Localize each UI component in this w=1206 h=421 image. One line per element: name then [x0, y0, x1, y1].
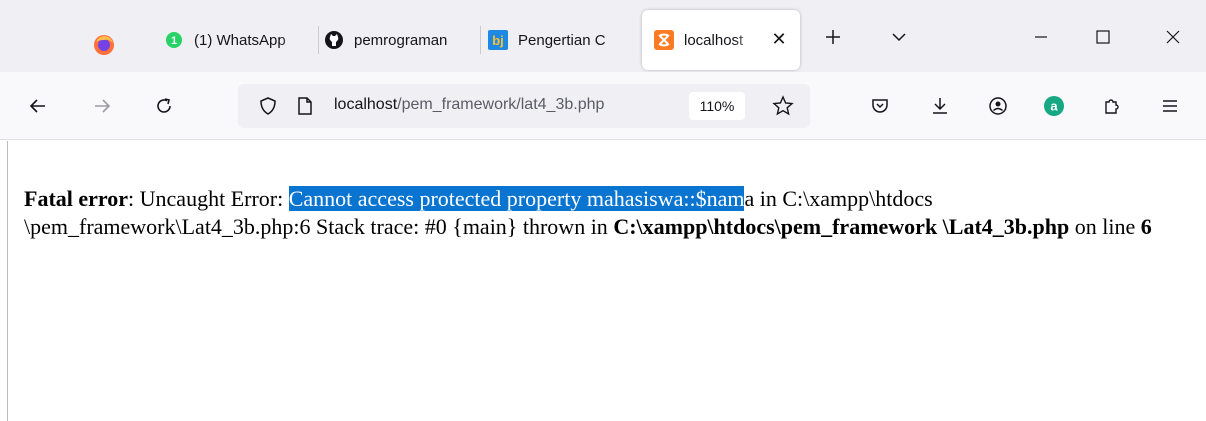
svg-text:bj: bj [492, 33, 504, 48]
error-file-path: C:\xampp\htdocs\pem_framework \Lat4_3b.p… [613, 214, 1070, 239]
chevron-down-icon [892, 33, 906, 42]
account-icon [989, 97, 1007, 115]
hamburger-menu-icon [1163, 100, 1177, 112]
tab-label: pemrograman [354, 31, 472, 49]
profile-extension-button[interactable]: a [1036, 88, 1072, 124]
page-icon[interactable] [296, 96, 314, 116]
forward-button[interactable] [84, 88, 120, 124]
page-content: Fatal error: Uncaught Error: Cannot acce… [0, 141, 1206, 421]
plus-icon [826, 30, 840, 44]
svg-text:1: 1 [171, 35, 177, 47]
profile-a-icon: a [1044, 96, 1064, 116]
tab-label: localhost [684, 31, 760, 49]
tab-whatsapp[interactable]: 1 (1) WhatsApp [150, 10, 318, 70]
reload-button[interactable] [146, 88, 182, 124]
whatsapp-icon: 1 [166, 32, 182, 48]
url-bar[interactable]: localhost/pem_framework/lat4_3b.php 110% [238, 84, 810, 128]
bj-site-icon: bj [488, 30, 508, 50]
shield-icon[interactable] [258, 96, 278, 116]
tab-separator [318, 26, 319, 54]
pocket-icon [872, 99, 888, 113]
window-left-border [7, 141, 8, 421]
error-line-number: 6 [1140, 214, 1152, 239]
tab-localhost[interactable]: localhost ✕ [642, 10, 800, 70]
close-tab-icon[interactable]: ✕ [768, 28, 790, 50]
puzzle-icon [1105, 99, 1119, 114]
account-button[interactable] [980, 88, 1016, 124]
error-on-line: on line [1069, 214, 1141, 239]
list-all-tabs-button[interactable] [884, 22, 914, 52]
reload-icon [157, 98, 171, 113]
close-window-button[interactable] [1158, 22, 1188, 52]
forward-arrow-icon [95, 99, 111, 113]
url-text[interactable]: localhost/pem_framework/lat4_3b.php [334, 96, 686, 114]
url-host: localhost [334, 96, 398, 113]
downloads-button[interactable] [922, 88, 958, 124]
extensions-button[interactable] [1094, 88, 1130, 124]
tab-label: Pengertian C [518, 31, 630, 49]
download-icon [933, 98, 947, 114]
tab-separator [480, 26, 481, 54]
error-intro: : Uncaught Error: [128, 186, 289, 211]
minimize-icon [1035, 36, 1047, 38]
maximize-icon [1096, 30, 1110, 44]
back-arrow-icon [29, 99, 45, 113]
svg-text:a: a [1050, 99, 1058, 114]
tab-strip: 1 (1) WhatsApp pemrograman bj Pengertian… [0, 0, 1206, 72]
close-icon [1166, 30, 1180, 44]
new-tab-button[interactable] [818, 22, 848, 52]
url-path: /pem_framework/lat4_3b.php [397, 96, 605, 113]
app-menu-button[interactable] [1152, 88, 1188, 124]
xampp-icon [654, 30, 674, 50]
tab-label: (1) WhatsApp [194, 31, 306, 49]
tab-github[interactable]: pemrograman [320, 10, 480, 70]
maximize-button[interactable] [1088, 22, 1118, 52]
firefox-menu-button[interactable] [84, 25, 124, 65]
github-icon [325, 31, 343, 49]
error-prefix: Fatal error [24, 186, 129, 211]
tab-pengertian[interactable]: bj Pengertian C [484, 10, 640, 70]
back-button[interactable] [20, 88, 56, 124]
pocket-button[interactable] [862, 88, 898, 124]
bookmark-star-icon[interactable] [772, 95, 794, 117]
navigation-toolbar: localhost/pem_framework/lat4_3b.php 110%… [0, 72, 1206, 140]
firefox-icon [94, 35, 114, 55]
minimize-button[interactable] [1026, 22, 1056, 52]
fatal-error-message: Fatal error: Uncaught Error: Cannot acce… [24, 185, 1194, 241]
selected-text: Cannot access protected property mahasis… [288, 186, 745, 211]
zoom-reset-button[interactable]: 110% [689, 92, 745, 120]
